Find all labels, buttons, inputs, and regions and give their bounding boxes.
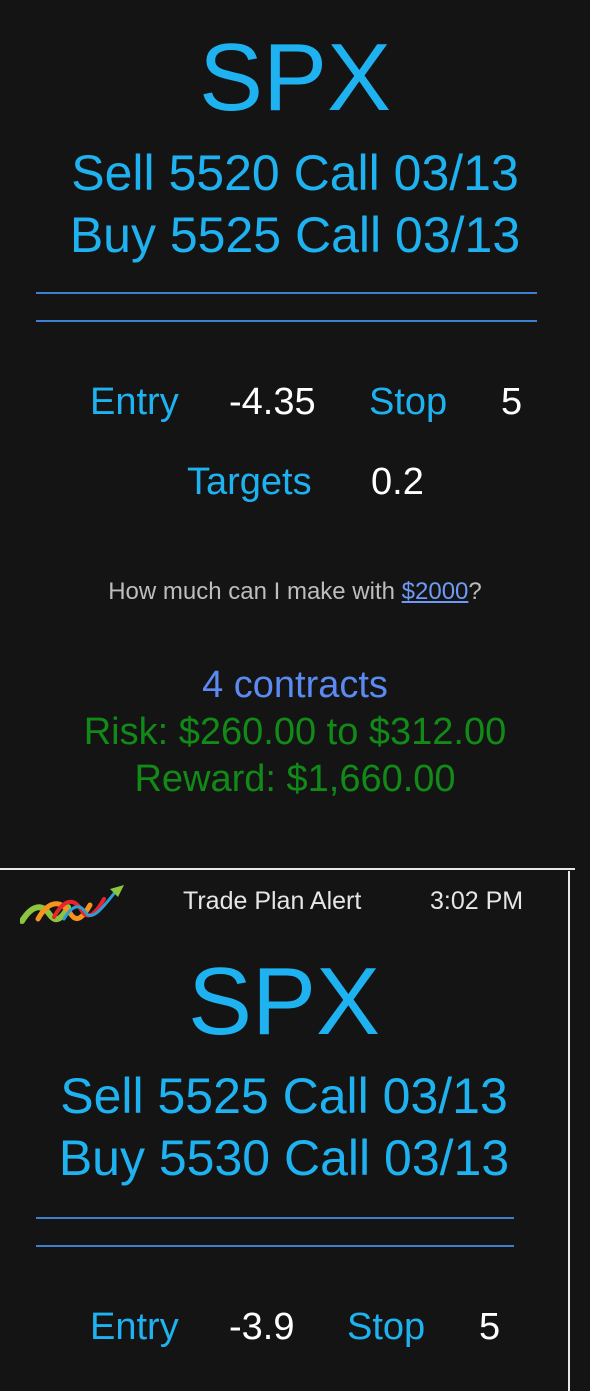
alert-time: 3:02 PM <box>430 887 524 915</box>
divider-line <box>36 1217 514 1219</box>
entry-label: Entry <box>90 381 179 423</box>
divider-line <box>36 292 537 294</box>
ticker-symbol: SPX <box>187 948 381 1055</box>
question-prefix: How much can I make with <box>108 578 402 605</box>
ticker-symbol: SPX <box>198 24 392 131</box>
alert-title: Trade Plan Alert <box>183 887 362 915</box>
divider-line <box>36 1245 514 1247</box>
leg-sell: Sell 5520 Call 03/13 <box>71 145 519 201</box>
question-suffix: ? <box>468 578 482 605</box>
entry-value: -3.9 <box>229 1306 295 1348</box>
profit-question: How much can I make with $2000? <box>0 577 590 607</box>
targets-value: 0.2 <box>371 461 424 503</box>
amount-link[interactable]: $2000 <box>402 578 469 605</box>
contracts-count: 4 contracts <box>202 664 388 706</box>
alert-separator <box>0 868 575 870</box>
leg-buy: Buy 5530 Call 03/13 <box>58 1130 510 1186</box>
reward-text: Reward: $1,660.00 <box>134 758 456 800</box>
targets-label: Targets <box>187 461 312 503</box>
entry-label: Entry <box>90 1306 179 1348</box>
stop-label: Stop <box>369 381 448 423</box>
trade-alert-card: Trade Plan Alert 3:02 PM SPX Sell 5525 C… <box>0 871 570 1391</box>
stop-value: 5 <box>479 1306 501 1348</box>
stop-value: 5 <box>501 381 523 423</box>
trade-alert-card: SPX Sell 5520 Call 03/13 Buy 5525 Call 0… <box>0 0 590 868</box>
risk-text: Risk: $260.00 to $312.00 <box>83 711 507 753</box>
trade-logo-icon <box>20 885 124 924</box>
stop-label: Stop <box>347 1306 426 1348</box>
leg-sell: Sell 5525 Call 03/13 <box>60 1068 508 1124</box>
divider-line <box>36 320 537 322</box>
leg-buy: Buy 5525 Call 03/13 <box>69 207 521 263</box>
entry-value: -4.35 <box>229 381 316 423</box>
